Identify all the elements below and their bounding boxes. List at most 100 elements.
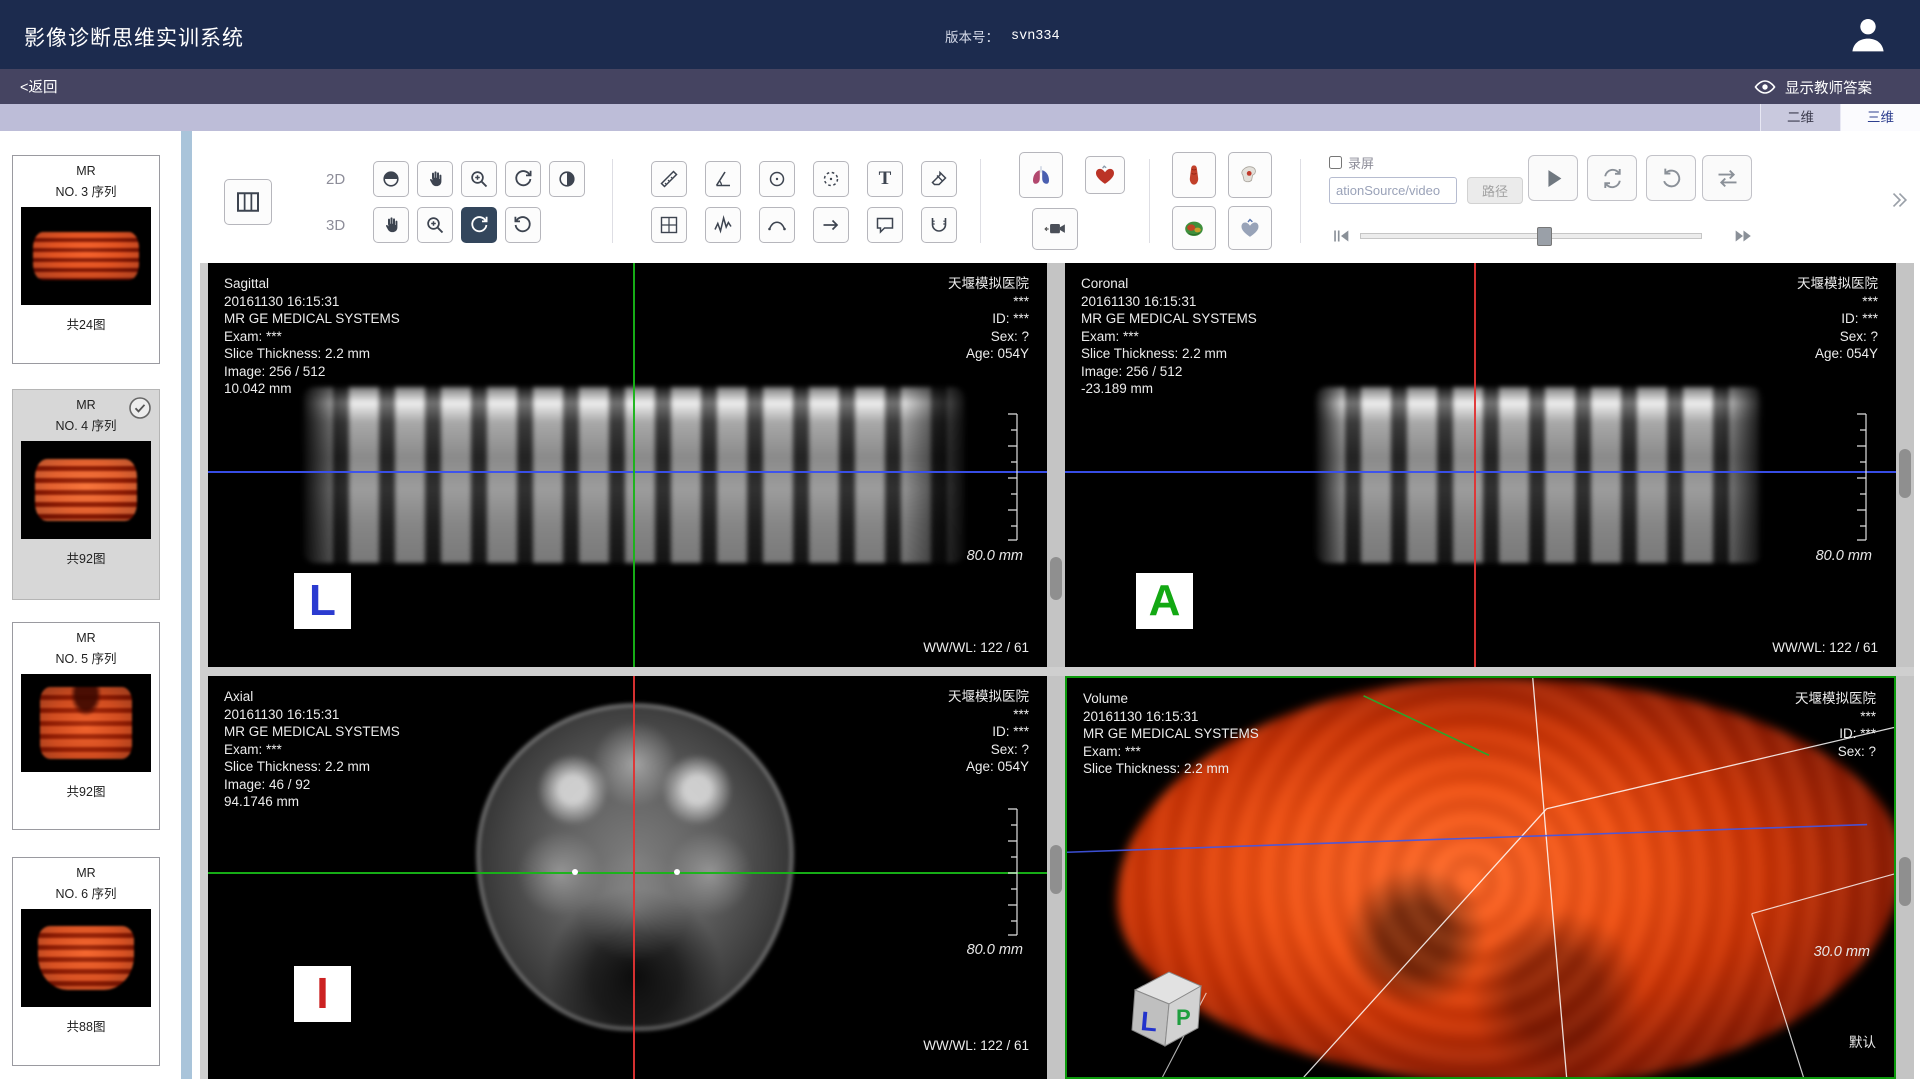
circle-tool-button[interactable] [759, 161, 795, 197]
toolbar-expand-chevrons[interactable] [1888, 189, 1910, 211]
larynx-view-button[interactable] [1172, 152, 1216, 198]
heart-3d-view-button[interactable] [1228, 206, 1272, 250]
vp-exam: Exam: *** [224, 741, 400, 759]
series-count: 共24图 [67, 314, 106, 333]
volume-meta-right: 天堰模拟医院 *** ID: *** Sex: ? [1795, 690, 1876, 760]
lung-view-button[interactable] [1019, 152, 1063, 198]
ellipse-tool-button[interactable] [373, 161, 409, 197]
vp-anon: *** [948, 293, 1029, 311]
invert-button[interactable] [549, 161, 585, 197]
play-icon [1540, 165, 1567, 192]
viewport-volume[interactable]: Volume 20161130 16:15:31 MR GE MEDICAL S… [1065, 676, 1896, 1079]
viewport-coronal[interactable]: Coronal 20161130 16:15:31 MR GE MEDICAL … [1065, 263, 1896, 667]
series-card[interactable]: MR NO. 3 序列 共24图 [12, 155, 160, 364]
scale-label: 80.0 mm [967, 548, 1023, 564]
record-screen-checkbox[interactable] [1329, 156, 1342, 169]
slice-scrollbar-top-right[interactable] [1896, 263, 1914, 667]
coronal-sagittal-reference-line[interactable] [1474, 263, 1476, 667]
record-screen-option[interactable]: 录屏 [1329, 153, 1374, 172]
zoom-3d-button[interactable] [417, 207, 453, 243]
play-button[interactable] [1528, 155, 1578, 201]
text-tool-button[interactable]: T [867, 161, 903, 197]
tab-3d[interactable]: 三维 [1840, 104, 1920, 131]
path-button[interactable]: 路径 [1467, 177, 1523, 204]
slider-handle[interactable] [1537, 227, 1552, 246]
crosshair-tool-button[interactable] [651, 207, 687, 243]
scrollbar-handle[interactable] [1899, 449, 1911, 498]
tab-2d[interactable]: 二维 [1760, 104, 1840, 131]
back-button[interactable]: <返回 [20, 76, 57, 97]
vp-sex: Sex: ? [948, 741, 1029, 759]
slice-scrollbar-bottom-right[interactable] [1896, 676, 1914, 1079]
loop-button[interactable] [1587, 155, 1637, 201]
step-back-icon[interactable] [1330, 225, 1352, 247]
zoom-2d-button[interactable] [461, 161, 497, 197]
series-card-selected[interactable]: MR NO. 4 序列 共92图 [12, 389, 160, 600]
rotate-2d-button[interactable] [505, 161, 541, 197]
playback-slider[interactable] [1330, 225, 1754, 247]
replay-icon [1658, 165, 1685, 192]
dashed-circle-tool-button[interactable] [813, 161, 849, 197]
vp-sex: Sex: ? [1797, 328, 1878, 346]
vp-id: ID: *** [948, 310, 1029, 328]
circle-roi-icon [765, 167, 789, 191]
coronal-axial-reference-line[interactable] [1065, 471, 1896, 473]
video-source-input[interactable] [1329, 177, 1457, 204]
preset-label[interactable]: 默认 [1849, 1031, 1876, 1051]
scrollbar-handle[interactable] [1050, 557, 1062, 600]
profile-tool-button[interactable] [705, 207, 741, 243]
sagittal-coronal-reference-line[interactable] [633, 263, 635, 667]
series-card[interactable]: MR NO. 5 序列 共92图 [12, 622, 160, 830]
series-thumbnail [21, 207, 151, 305]
pan-2d-button[interactable] [417, 161, 453, 197]
sagittal-axial-reference-line[interactable] [208, 471, 1047, 473]
reset-3d-button[interactable] [505, 207, 541, 243]
scrollbar-handle[interactable] [1899, 857, 1911, 906]
annotation-tool-button[interactable] [867, 207, 903, 243]
orientation-cube[interactable]: L P [1123, 962, 1209, 1052]
swap-direction-button[interactable] [1702, 155, 1752, 201]
heart-view-button[interactable] [1085, 156, 1125, 194]
axial-coronal-reference-line[interactable] [208, 872, 1047, 874]
viewport-axial[interactable]: Axial 20161130 16:15:31 MR GE MEDICAL SY… [208, 676, 1047, 1079]
show-teacher-answer-button[interactable]: 显示教师答案 [1747, 74, 1878, 100]
viewport-sagittal[interactable]: Sagittal 20161130 16:15:31 MR GE MEDICAL… [208, 263, 1047, 667]
replay-button[interactable] [1646, 155, 1696, 201]
scrollbar-handle[interactable] [1050, 845, 1062, 894]
invert-icon [555, 167, 579, 191]
slice-scrollbar-top-center[interactable] [1047, 263, 1065, 667]
profile-curve-icon [711, 213, 735, 237]
user-avatar-button[interactable] [1846, 12, 1890, 56]
organ-3d-view-button[interactable] [1172, 206, 1216, 250]
arrow-tool-button[interactable] [813, 207, 849, 243]
protractor-tool-button[interactable] [921, 207, 957, 243]
series-card[interactable]: MR NO. 6 序列 共88图 [12, 857, 160, 1066]
pan-3d-button[interactable] [373, 207, 409, 243]
comment-icon [873, 213, 897, 237]
record-video-button[interactable] [1032, 208, 1078, 250]
curve-tool-button[interactable] [759, 207, 795, 243]
angle-tool-button[interactable] [705, 161, 741, 197]
series-name: NO. 6 序列 [55, 883, 116, 902]
curve-icon [765, 213, 789, 237]
toolbar-divider [612, 159, 613, 243]
fast-forward-icon[interactable] [1732, 225, 1754, 247]
eraser-tool-button[interactable] [921, 161, 957, 197]
camera-icon [1043, 217, 1067, 241]
sidebar-scrollbar[interactable] [181, 131, 192, 1079]
vp-device: MR GE MEDICAL SYSTEMS [1083, 725, 1259, 743]
rotate-3d-button-active[interactable] [461, 207, 497, 243]
scale-label: 30.0 mm [1814, 944, 1870, 960]
series-thumbnail-render [33, 232, 139, 280]
vp-image-index: Image: 256 / 512 [224, 363, 400, 381]
text-tool-icon: T [879, 168, 892, 190]
vp-title: Coronal [1081, 275, 1257, 293]
layout-button[interactable] [224, 179, 272, 225]
axial-meta-left: Axial 20161130 16:15:31 MR GE MEDICAL SY… [224, 688, 400, 811]
axial-sagittal-reference-line[interactable] [633, 676, 635, 1079]
slice-scrollbar-bottom-center[interactable] [1047, 676, 1065, 1079]
ruler-tool-button[interactable] [651, 161, 687, 197]
vertebra-view-button[interactable] [1228, 152, 1272, 198]
series-thumbnail [21, 674, 151, 772]
slider-track[interactable] [1360, 233, 1702, 239]
